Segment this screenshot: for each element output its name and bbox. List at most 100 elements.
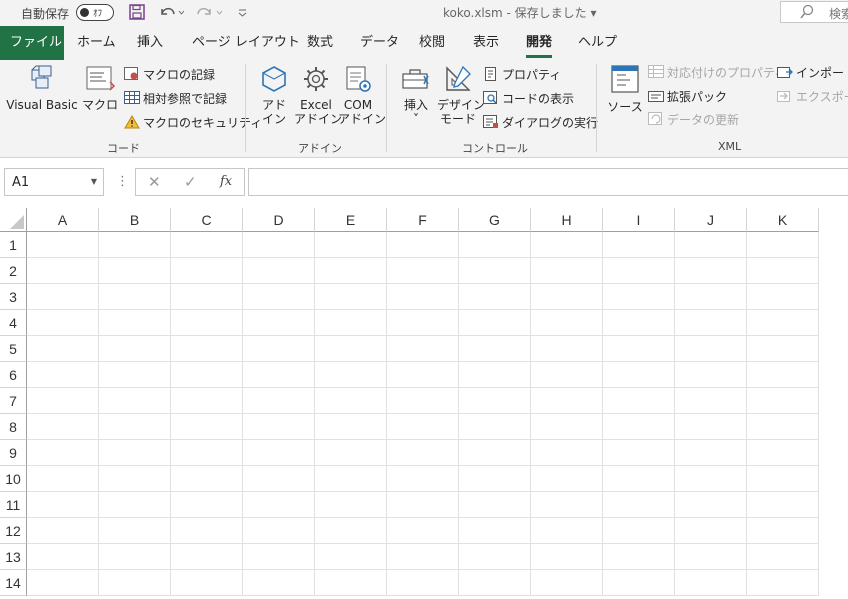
grid-cell[interactable] [387,232,459,258]
grid-cell[interactable] [171,440,243,466]
grid-cell[interactable] [603,336,675,362]
grid-cell[interactable] [243,570,315,596]
grid-cell[interactable] [675,466,747,492]
grid-cell[interactable] [99,232,171,258]
grid-cell[interactable] [99,258,171,284]
column-header[interactable]: I [603,208,675,232]
map-properties-button[interactable]: 対応付けのプロパティ [648,65,786,81]
grid-cell[interactable] [99,466,171,492]
refresh-data-button[interactable]: データの更新 [648,112,739,128]
save-icon[interactable] [128,3,146,25]
grid-cell[interactable] [27,362,99,388]
grid-cell[interactable] [99,414,171,440]
grid-cell[interactable] [27,466,99,492]
grid-cell[interactable] [171,414,243,440]
tab-home[interactable]: ホーム [71,26,122,60]
grid-cell[interactable] [27,414,99,440]
grid-cell[interactable] [99,544,171,570]
visual-basic-button[interactable]: Visual Basic [6,64,78,112]
grid-cell[interactable] [459,284,531,310]
grid-cell[interactable] [603,258,675,284]
column-header[interactable]: C [171,208,243,232]
grid-cell[interactable] [99,492,171,518]
grid-cell[interactable] [315,336,387,362]
grid-cell[interactable] [747,492,819,518]
grid-cell[interactable] [387,518,459,544]
grid-cell[interactable] [99,570,171,596]
run-dialog-button[interactable]: ダイアログの実行 [483,115,598,131]
excel-addins-button[interactable]: Excel アドイン [294,64,342,126]
grid-cell[interactable] [315,388,387,414]
macro-security-button[interactable]: マクロのセキュリティ [124,115,262,131]
column-header[interactable]: B [99,208,171,232]
grid-cell[interactable] [387,570,459,596]
chevron-down-icon[interactable]: ▼ [91,177,97,186]
grid-cell[interactable] [315,414,387,440]
grid-cell[interactable] [99,518,171,544]
grid-cell[interactable] [531,440,603,466]
grid-cell[interactable] [99,388,171,414]
row-header[interactable]: 12 [0,518,27,544]
grid-cell[interactable] [243,518,315,544]
grid-cell[interactable] [243,336,315,362]
grid-cell[interactable] [243,284,315,310]
grid-cell[interactable] [531,414,603,440]
grid-cell[interactable] [747,310,819,336]
row-header[interactable]: 5 [0,336,27,362]
tab-review[interactable]: 校閲 [413,26,451,60]
grid-cell[interactable] [459,232,531,258]
grid-cell[interactable] [243,414,315,440]
tab-developer[interactable]: 開発 [520,26,558,60]
grid-cell[interactable] [27,544,99,570]
grid-cell[interactable] [747,466,819,492]
grid-cell[interactable] [459,310,531,336]
grid-cell[interactable] [99,310,171,336]
grid-cell[interactable] [315,310,387,336]
grid-cell[interactable] [747,414,819,440]
grid-cell[interactable] [243,258,315,284]
grid-cell[interactable] [387,284,459,310]
grid-cell[interactable] [243,440,315,466]
enter-icon[interactable]: ✓ [184,173,197,191]
grid-cell[interactable] [27,310,99,336]
grid-cell[interactable] [531,284,603,310]
grid-cell[interactable] [99,284,171,310]
grid-cell[interactable] [603,570,675,596]
grid-cell[interactable] [171,388,243,414]
grid-cell[interactable] [603,466,675,492]
grid-cell[interactable] [675,362,747,388]
grid-cell[interactable] [171,518,243,544]
grid-cell[interactable] [675,310,747,336]
row-header[interactable]: 11 [0,492,27,518]
grid-cell[interactable] [747,258,819,284]
column-header[interactable]: J [675,208,747,232]
grid-cell[interactable] [27,258,99,284]
xml-import-button[interactable]: インポート [777,65,848,81]
grid-cell[interactable] [531,336,603,362]
grid-cell[interactable] [27,440,99,466]
tab-help[interactable]: ヘルプ [572,26,623,60]
spreadsheet-grid[interactable]: A B C D E F G H I J K 1 2 3 4 5 6 7 8 9 10 11 12 13 14 [0,208,848,599]
grid-cell[interactable] [747,284,819,310]
grid-cell[interactable] [243,492,315,518]
grid-cell[interactable] [171,544,243,570]
grid-cell[interactable] [99,440,171,466]
insert-control-button[interactable]: 挿入 ˅ [398,64,434,126]
grid-cell[interactable] [675,258,747,284]
search-box[interactable]: 検索 [780,1,848,23]
row-header[interactable]: 6 [0,362,27,388]
grid-cell[interactable] [747,544,819,570]
grid-cell[interactable] [459,440,531,466]
expansion-packs-button[interactable]: 拡張パック [648,89,727,105]
tab-page-layout[interactable]: ページ レイアウト [186,26,306,60]
grid-cell[interactable] [27,492,99,518]
view-code-button[interactable]: コードの表示 [483,91,574,107]
grid-cell[interactable] [531,544,603,570]
grid-cell[interactable] [315,518,387,544]
row-header[interactable]: 3 [0,284,27,310]
grid-cell[interactable] [99,336,171,362]
tab-formulas[interactable]: 数式 [301,26,339,60]
grid-cell[interactable] [27,518,99,544]
name-box[interactable]: A1 ▼ [4,168,104,196]
grid-cell[interactable] [603,492,675,518]
